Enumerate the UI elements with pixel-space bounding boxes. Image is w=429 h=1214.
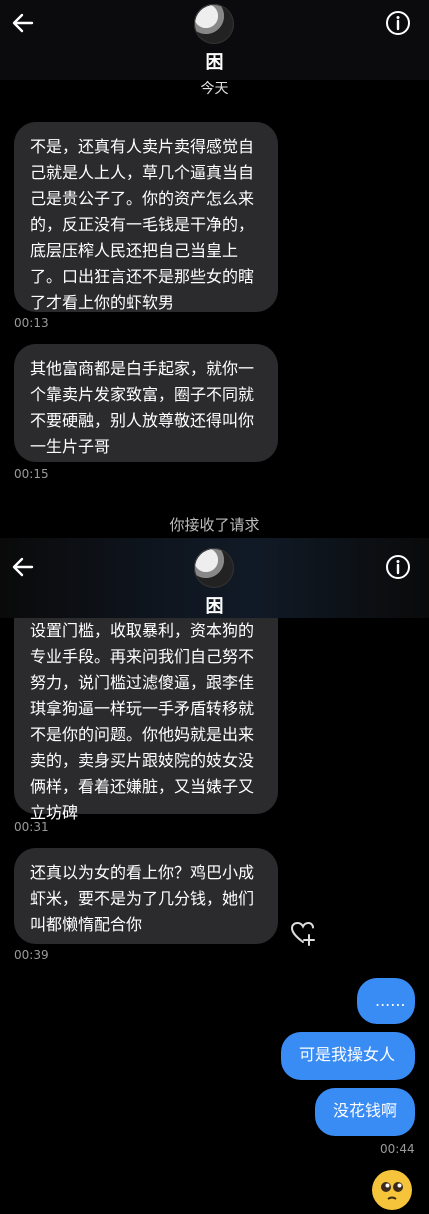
back-arrow-icon[interactable] [10, 10, 36, 36]
avatar[interactable] [194, 548, 234, 588]
message-bubble-outgoing[interactable]: ...... [357, 978, 415, 1024]
message-bubble-incoming[interactable]: 不是，还真有人卖片卖得感觉自己就是人上人，草几个逼真当自己是贵公子了。你的资产怎… [14, 122, 278, 312]
system-message: 你接收了请求 [169, 516, 260, 534]
message-bubble-outgoing[interactable]: 没花钱啊 [315, 1088, 415, 1136]
heart-plus-icon[interactable] [290, 920, 316, 946]
message-bubble-incoming[interactable]: 设置门槛，收取暴利，资本狗的专业手段。再来问我们自己努不努力，说门槛过滤傻逼，跟… [14, 618, 278, 822]
info-icon[interactable] [385, 10, 411, 36]
contact-name: 困 [205, 52, 224, 73]
message-time: 00:31 [14, 820, 49, 834]
date-divider: 今天 [200, 81, 229, 97]
message-bubble-outgoing[interactable]: 可是我操女人 [281, 1032, 415, 1080]
pleading-face-emoji [372, 1170, 412, 1210]
chat-header-duplicate: 困 [0, 538, 429, 618]
info-icon[interactable] [385, 554, 411, 580]
message-time: 00:15 [14, 467, 49, 481]
avatar[interactable] [194, 4, 234, 44]
contact-name: 困 [205, 596, 224, 617]
chat-header: 困 [0, 0, 429, 80]
back-arrow-icon[interactable] [10, 554, 36, 580]
message-time: 00:44 [380, 1142, 415, 1156]
message-time: 00:13 [14, 316, 49, 330]
message-time: 00:39 [14, 948, 49, 962]
message-bubble-incoming[interactable]: 还真以为女的看上你？鸡巴小成虾米，要不是为了几分钱，她们叫都懒惰配合你 [14, 848, 278, 944]
message-bubble-incoming[interactable]: 其他富商都是白手起家，就你一个靠卖片发家致富，圈子不同就不要硬融，别人放尊敬还得… [14, 344, 278, 462]
